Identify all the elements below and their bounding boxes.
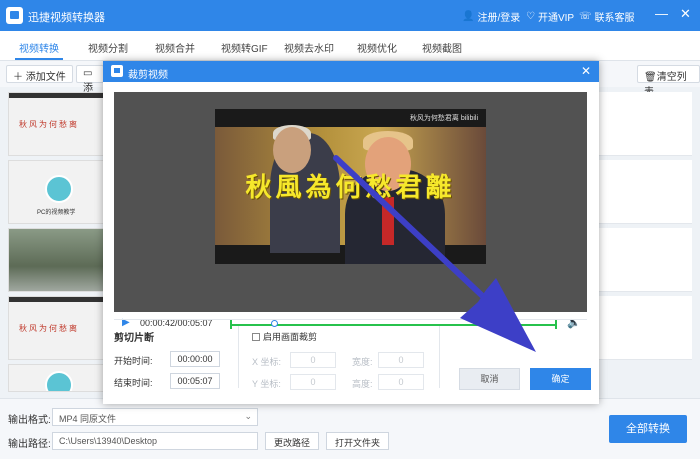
width-label: 宽度: [352, 357, 373, 367]
divider [238, 326, 239, 388]
vip-icon: ♡ [526, 11, 535, 22]
file-thumbnail[interactable]: 秋风为何愁离 [8, 296, 106, 360]
x-coordinate-field[interactable]: 0 [290, 352, 336, 368]
trash-icon: 🗑 [644, 72, 657, 83]
close-window-button[interactable]: ✕ [680, 7, 691, 21]
output-format-select[interactable]: MP4 同原文件 ⌄ [52, 408, 258, 426]
end-time-label: 结束时间: [114, 378, 153, 388]
avatar [45, 175, 73, 203]
output-path-field[interactable]: C:\Users\13940\Desktop [52, 432, 258, 450]
list-item[interactable] [598, 160, 692, 224]
tab-remove-watermark[interactable]: 视频去水印 [284, 40, 334, 55]
tab-video-to-gif[interactable]: 视频转GIF [221, 40, 268, 55]
avatar [45, 371, 73, 391]
output-format-label: 输出格式: [8, 415, 51, 426]
confirm-button[interactable]: 确定 [530, 368, 591, 390]
enable-crop-checkbox[interactable]: 启用画面裁剪 [252, 330, 317, 343]
tab-video-convert[interactable]: 视频转换 [15, 40, 63, 60]
open-folder-button[interactable]: 打开文件夹 [326, 432, 390, 450]
thumbnail-text: 秋风为何愁离 [19, 120, 79, 129]
output-settings-bar: 输出格式: MP4 同原文件 ⌄ 输出路径: C:\Users\13940\De… [0, 398, 700, 459]
height-field[interactable]: 0 [378, 374, 424, 390]
y-coordinate-label: Y 坐标: [252, 379, 281, 389]
output-path-label: 输出路径: [8, 439, 51, 450]
change-path-button[interactable]: 更改路径 [265, 432, 320, 450]
title-bar: 迅捷视频转换器 👤 注册/登录 ♡ 开通VIP ☏ 联系客服 — ✕ [0, 0, 700, 31]
divider [439, 326, 440, 388]
minimize-button[interactable]: — [655, 7, 668, 21]
vip-link[interactable]: ♡ 开通VIP [526, 9, 574, 24]
dialog-header: 裁剪视频 ✕ [103, 61, 599, 82]
height-label: 高度: [352, 379, 373, 389]
register-login-link[interactable]: 👤 注册/登录 [462, 9, 520, 24]
dialog-close-button[interactable]: ✕ [581, 64, 591, 78]
file-thumbnail[interactable]: 秋风为何愁离 [8, 92, 106, 156]
crop-video-dialog: 裁剪视频 ✕ 秋風為何愁君離 秋风为何愁君离 bilibili ▶ 00:00:… [103, 61, 599, 404]
tab-video-screenshot[interactable]: 视频截图 [422, 40, 462, 55]
app-title: 迅捷视频转换器 [28, 12, 105, 24]
video-frame[interactable]: 秋風為何愁君離 秋风为何愁君离 bilibili [215, 109, 486, 264]
file-thumbnail[interactable]: PC的视频教学 [8, 160, 106, 224]
support-link[interactable]: ☏ 联系客服 [579, 9, 635, 24]
clear-list-button[interactable]: 🗑清空列表 [637, 65, 700, 98]
folder-icon: ▭ [83, 68, 93, 79]
start-time-field[interactable]: 00:00:00 [170, 351, 220, 367]
avatar-label: PC的视频教学 [37, 210, 76, 216]
video-watermark: 秋风为何愁君离 bilibili [409, 115, 478, 122]
width-field[interactable]: 0 [378, 352, 424, 368]
user-icon: 👤 [462, 11, 475, 22]
video-icon [111, 65, 123, 77]
file-thumbnail[interactable] [8, 364, 106, 392]
list-item[interactable] [598, 92, 692, 156]
cancel-button[interactable]: 取消 [459, 368, 520, 390]
checkbox-icon [252, 332, 260, 341]
file-thumbnail[interactable] [8, 228, 106, 292]
support-icon: ☏ [579, 11, 592, 22]
dialog-title: 裁剪视频 [128, 70, 168, 81]
list-item[interactable] [598, 296, 692, 360]
tab-video-merge[interactable]: 视频合并 [155, 40, 195, 55]
thumbnail-text: 秋风为何愁离 [19, 324, 79, 333]
video-subtitle: 秋風為何愁君離 [245, 173, 456, 203]
add-file-button[interactable]: ＋ 添加文件 [6, 65, 73, 83]
x-coordinate-label: X 坐标: [252, 357, 282, 367]
add-folder-button[interactable]: ▭添 [76, 65, 104, 94]
feature-tabs: 视频转换 视频分割 视频合并 视频转GIF 视频去水印 视频优化 视频截图 [0, 31, 700, 61]
clip-section-title: 剪切片断 [114, 333, 154, 344]
list-item[interactable] [598, 228, 692, 292]
end-time-field[interactable]: 00:05:07 [170, 373, 220, 389]
tab-video-optimize[interactable]: 视频优化 [357, 40, 397, 55]
clip-settings: 剪切片断 开始时间: 00:00:00 结束时间: 00:05:07 启用画面裁… [114, 319, 591, 394]
chevron-down-icon: ⌄ [244, 411, 252, 421]
start-time-label: 开始时间: [114, 356, 153, 366]
file-thumbnail-list: 秋风为何愁离 PC的视频教学 秋风为何愁离 [8, 92, 106, 392]
video-player: 秋風為何愁君離 秋风为何愁君离 bilibili [114, 92, 587, 312]
app-logo-icon [6, 7, 23, 24]
plus-icon: ＋ [13, 72, 23, 83]
tab-video-split[interactable]: 视频分割 [88, 40, 128, 55]
convert-all-button[interactable]: 全部转换 [609, 415, 687, 443]
y-coordinate-field[interactable]: 0 [290, 374, 336, 390]
